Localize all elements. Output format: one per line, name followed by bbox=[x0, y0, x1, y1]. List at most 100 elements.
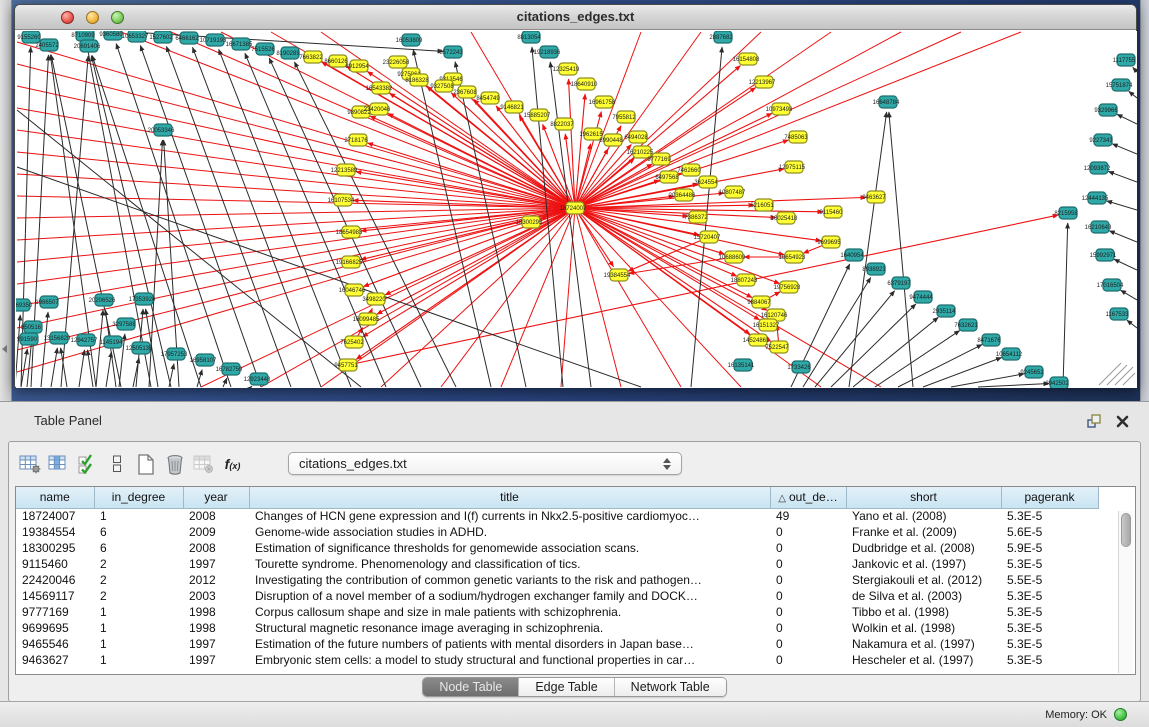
cell-in_degree: 2 bbox=[94, 572, 183, 588]
row-height-icon[interactable] bbox=[102, 450, 131, 478]
cell-in_degree: 2 bbox=[94, 588, 183, 604]
graph-node-label: 17353924 bbox=[129, 297, 156, 303]
table-row[interactable]: 1938455462009Genome-wide association stu… bbox=[16, 524, 1098, 540]
cell-short: Nakamura et al. (1997) bbox=[846, 636, 1001, 652]
close-panel-icon[interactable] bbox=[1113, 412, 1131, 430]
table-panel-content: f(x) citations_edges.txt namein_degreeye… bbox=[8, 441, 1141, 702]
right-panel-edge[interactable] bbox=[1140, 0, 1149, 401]
panel-collapse-handle[interactable] bbox=[2, 345, 7, 353]
cell-out_de: 0 bbox=[770, 556, 846, 572]
network-window: citations_edges.txt 18724007183002951938… bbox=[14, 4, 1137, 388]
cell-out_de: 0 bbox=[770, 636, 846, 652]
cell-short: Dudbridge et al. (2008) bbox=[846, 540, 1001, 556]
graph-node-label: 8938923 bbox=[862, 267, 886, 273]
table-row[interactable]: 946362711997Embryonic stem cells: a mode… bbox=[16, 652, 1098, 668]
cell-year: 1998 bbox=[183, 620, 249, 636]
graph-node-label: 1733426 bbox=[787, 365, 811, 371]
graph-node-label: 8710909 bbox=[71, 33, 95, 39]
graph-node-label: 18724007 bbox=[560, 206, 587, 212]
table-row[interactable]: 977716911998Corpus callosum shape and si… bbox=[16, 604, 1098, 620]
function-label: f(x) bbox=[225, 456, 241, 472]
cell-in_degree: 6 bbox=[94, 524, 183, 540]
cytoscape-screen: citations_edges.txt 18724007 18300295 1938… bbox=[0, 0, 1149, 727]
graph-node-label: 15720407 bbox=[694, 235, 721, 241]
tab-node-table[interactable]: Node Table bbox=[423, 678, 518, 696]
table-row[interactable]: 2242004622012Investigating the contribut… bbox=[16, 572, 1098, 588]
function-builder-icon[interactable]: f(x) bbox=[218, 450, 247, 478]
graph-node-label: 16782759 bbox=[216, 367, 243, 373]
new-table-icon[interactable] bbox=[131, 450, 160, 478]
tab-network-table[interactable]: Network Table bbox=[614, 678, 726, 696]
graph-node-label: 8471676 bbox=[977, 338, 1001, 344]
graph-node-label: 16151327 bbox=[753, 323, 780, 329]
column-header-title[interactable]: title bbox=[249, 487, 770, 508]
window-titlebar[interactable]: citations_edges.txt bbox=[15, 5, 1136, 30]
cell-short: Stergiakouli et al. (2012) bbox=[846, 572, 1001, 588]
select-columns-icon[interactable] bbox=[44, 450, 73, 478]
table-row[interactable]: 946554611997Estimation of the future num… bbox=[16, 636, 1098, 652]
graph-node-label: 18300295 bbox=[516, 220, 543, 226]
table-vertical-scrollbar[interactable] bbox=[1118, 511, 1133, 673]
graph-node-label: 18654983 bbox=[336, 230, 363, 236]
network-canvas[interactable]: 1872400718300295193845549155260240557287… bbox=[16, 31, 1137, 388]
tab-edge-table[interactable]: Edge Table bbox=[518, 678, 613, 696]
table-row[interactable]: 969969511998Structural magnetic resonanc… bbox=[16, 620, 1098, 636]
graph-node-label: 850516 bbox=[21, 325, 42, 331]
float-panel-icon[interactable] bbox=[1085, 412, 1103, 430]
graph-node-label: 3498220 bbox=[362, 297, 386, 303]
cell-pagerank: 5.9E-5 bbox=[1001, 540, 1098, 556]
cell-pagerank: 5.5E-5 bbox=[1001, 572, 1098, 588]
cell-title: Genome-wide association studies in ADHD. bbox=[249, 524, 770, 540]
graph-node-label: 2367608 bbox=[453, 90, 477, 96]
cell-out_de: 0 bbox=[770, 620, 846, 636]
graph-node-label: 9329966 bbox=[1094, 108, 1118, 114]
memory-status-label: Memory: OK bbox=[1045, 709, 1107, 721]
graph-node-label: 20691406 bbox=[74, 44, 101, 50]
table-row[interactable]: 911546021997Tourette syndrome. Phenomeno… bbox=[16, 556, 1098, 572]
left-panel-edge[interactable] bbox=[0, 0, 12, 401]
graph-node-label: 13156829 bbox=[44, 336, 71, 342]
table-row[interactable]: 1872400712008Changes of HCN gene express… bbox=[16, 508, 1098, 524]
column-header-out_de[interactable]: △out_de… bbox=[770, 487, 846, 508]
scrollbar-thumb[interactable] bbox=[1121, 513, 1131, 547]
network-graph[interactable]: 1872400718300295193845549155260240557287… bbox=[16, 31, 1137, 388]
table-settings-icon[interactable] bbox=[15, 450, 44, 478]
graph-node-label: 6497568 bbox=[655, 175, 679, 181]
graph-node-label: 2935114 bbox=[933, 309, 957, 315]
graph-node-label: 1117755 bbox=[1113, 58, 1136, 64]
table-row[interactable]: 1830029562008Estimation of significance … bbox=[16, 540, 1098, 556]
graph-node-label: 9227343 bbox=[1089, 138, 1113, 144]
graph-node-label: 7462660 bbox=[677, 168, 701, 174]
graph-node-label: 1640954 bbox=[840, 253, 864, 259]
graph-node-label: 10653327 bbox=[122, 34, 149, 40]
graph-node-label: 19756928 bbox=[774, 285, 801, 291]
column-header-in_degree[interactable]: in_degree bbox=[94, 487, 183, 508]
canvas-resize-grip[interactable] bbox=[1099, 363, 1135, 385]
graph-node-label: 14524861 bbox=[743, 338, 770, 344]
cell-pagerank: 5.3E-5 bbox=[1001, 652, 1098, 668]
column-header-year[interactable]: year bbox=[183, 487, 249, 508]
column-header-short[interactable]: short bbox=[846, 487, 1001, 508]
graph-node-label: 9245652 bbox=[1020, 370, 1044, 376]
column-header-pagerank[interactable]: pagerank bbox=[1001, 487, 1098, 508]
delete-table-icon[interactable] bbox=[160, 450, 189, 478]
cell-title: Disruption of a novel member of a sodium… bbox=[249, 588, 770, 604]
selection-mode-icon[interactable] bbox=[73, 450, 102, 478]
graph-node-label: 12213967 bbox=[749, 80, 776, 86]
network-table-select[interactable]: citations_edges.txt bbox=[288, 452, 682, 475]
graph-node-label: 1527602 bbox=[149, 35, 173, 41]
column-header-name[interactable]: name bbox=[16, 487, 94, 508]
cell-title: Investigating the contribution of common… bbox=[249, 572, 770, 588]
table-row[interactable]: 1456911722003Disruption of a novel membe… bbox=[16, 588, 1098, 604]
graph-node-label: 9474444 bbox=[909, 295, 933, 301]
graph-node-label: 8813054 bbox=[517, 35, 541, 41]
import-table-icon[interactable] bbox=[189, 450, 218, 478]
cell-short: de Silva et al. (2003) bbox=[846, 588, 1001, 604]
network-table-select-value: citations_edges.txt bbox=[299, 456, 407, 471]
graph-node-label: 9777169 bbox=[647, 157, 671, 163]
cell-name: 14569117 bbox=[16, 588, 94, 604]
cell-out_de: 0 bbox=[770, 652, 846, 668]
graph-node-label: 19166825 bbox=[336, 260, 363, 266]
graph-node-label: 12942757 bbox=[71, 338, 98, 344]
cell-name: 9699695 bbox=[16, 620, 94, 636]
